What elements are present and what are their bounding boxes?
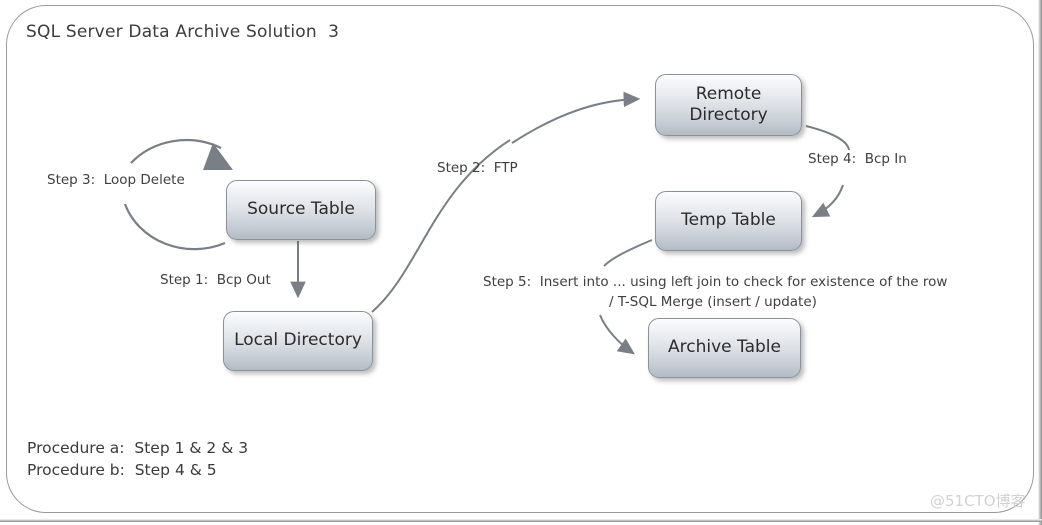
footer-procedure-b: Procedure b: Step 4 & 5 [27, 461, 217, 479]
label-step-1-bcp-out: Step 1: Bcp Out [160, 272, 271, 288]
footer-procedure-a: Procedure a: Step 1 & 2 & 3 [27, 439, 249, 457]
node-archive-table[interactable]: Archive Table [648, 318, 801, 378]
node-local-directory[interactable]: Local Directory [223, 311, 373, 371]
watermark: @51CTO博客 [930, 492, 1026, 510]
node-remote-directory[interactable]: Remote Directory [655, 74, 802, 136]
node-temp-table[interactable]: Temp Table [655, 191, 802, 251]
node-source-table[interactable]: Source Table [226, 180, 376, 240]
connector-bcp-in [805, 125, 850, 218]
diagram-canvas: SQL Server Data Archive Solution 3 Sourc… [0, 0, 1042, 525]
label-step-4-bcp-in: Step 4: Bcp In [808, 151, 907, 167]
label-step-2-ftp: Step 2: FTP [437, 160, 518, 176]
connector-loop-delete [123, 138, 233, 251]
label-step-3-loop-delete: Step 3: Loop Delete [47, 172, 185, 188]
label-step-5-insert-merge: Step 5: Insert into ... using left join … [483, 274, 948, 310]
